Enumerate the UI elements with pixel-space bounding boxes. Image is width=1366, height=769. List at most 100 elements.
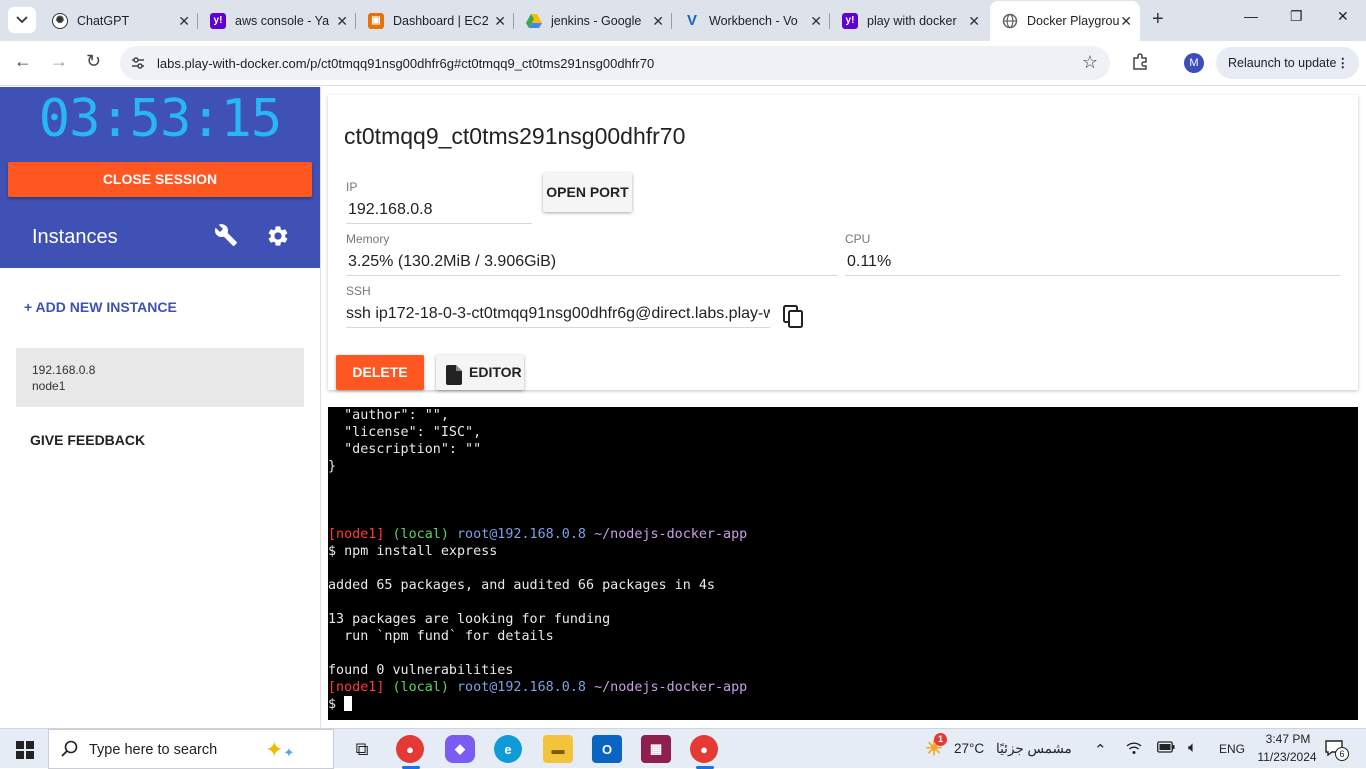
add-new-instance-button[interactable]: + ADD NEW INSTANCE	[24, 299, 177, 315]
restore-button[interactable]: ❐	[1290, 8, 1303, 25]
relaunch-label: Relaunch to update	[1228, 56, 1337, 70]
wifi-icon[interactable]	[1126, 741, 1142, 758]
notification-icon[interactable]: 6	[1324, 738, 1349, 761]
tab-aws-console[interactable]: y! aws console - Ya ✕	[198, 5, 356, 36]
window-close-button[interactable]: ✕	[1337, 8, 1349, 25]
tab-jenkins-google[interactable]: jenkins - Google ✕	[514, 5, 672, 36]
vocareum-icon: V	[686, 12, 697, 29]
site-info-icon[interactable]	[130, 55, 146, 76]
terminal-line: found 0 vulnerabilities	[328, 663, 514, 678]
google-drive-icon	[526, 13, 542, 29]
bookmark-star-icon[interactable]: ☆	[1082, 52, 1098, 73]
chevron-up-icon[interactable]: ⌃	[1094, 741, 1107, 759]
chevron-down-icon	[16, 16, 28, 24]
language-indicator[interactable]: ENG	[1219, 742, 1245, 756]
winrar-taskbar-icon[interactable]: ▦	[641, 735, 671, 763]
terminal-line: 13 packages are looking for funding	[328, 612, 611, 627]
battery-icon[interactable]	[1157, 741, 1175, 756]
close-icon[interactable]: ✕	[968, 13, 980, 30]
tab-ec2-dashboard[interactable]: ▣ Dashboard | EC2 ✕	[356, 5, 514, 36]
url-text: labs.play-with-docker.com/p/ct0tmqq91nsg…	[157, 56, 655, 71]
give-feedback-button[interactable]: GIVE FEEDBACK	[30, 432, 145, 448]
weather-description[interactable]: مشمس جزئيًا	[996, 741, 1072, 757]
instance-list-item[interactable]: 192.168.0.8 node1	[16, 348, 304, 407]
relaunch-button[interactable]: Relaunch to update ⋮	[1216, 47, 1359, 79]
tab-title: aws console - Ya	[235, 13, 330, 28]
terminal-prompt-line: [node1] (local) root@192.168.0.8 ~/nodej…	[328, 679, 747, 696]
terminal[interactable]: "author": "", "license": "ISC", "descrip…	[328, 407, 1358, 720]
address-bar[interactable]: labs.play-with-docker.com/p/ct0tmqq91nsg…	[120, 46, 1110, 80]
tab-chatgpt[interactable]: ✺ ChatGPT ✕	[40, 5, 198, 36]
copilot-sparkle-icon: ✦✦	[265, 737, 295, 762]
close-session-button[interactable]: CLOSE SESSION	[8, 162, 312, 197]
ssh-label: SSH	[346, 284, 371, 298]
tab-play-with-docker[interactable]: y! play with docker ✕	[830, 5, 988, 36]
instances-title: Instances	[32, 226, 118, 248]
ip-value[interactable]: 192.168.0.8	[348, 201, 433, 219]
terminal-line: "description": ""	[328, 442, 482, 457]
close-icon[interactable]: ✕	[1120, 13, 1132, 30]
close-icon[interactable]: ✕	[494, 13, 506, 30]
terminal-line: added 65 packages, and audited 66 packag…	[328, 578, 715, 593]
aws-icon: ▣	[368, 12, 384, 29]
more-vert-icon[interactable]: ⋮	[1337, 47, 1350, 79]
taskbar-search-box[interactable]: Type here to search ✦✦	[48, 729, 334, 769]
new-tab-button[interactable]: +	[1152, 8, 1164, 31]
chrome-taskbar-icon[interactable]: ●	[396, 735, 424, 769]
editor-label: EDITOR	[469, 364, 522, 380]
clock-date[interactable]: 11/23/2024	[1251, 750, 1323, 764]
copilot-taskbar-icon[interactable]: ◆	[445, 735, 475, 763]
close-icon[interactable]: ✕	[652, 13, 664, 30]
chrome-profile-taskbar-icon[interactable]: ●	[690, 735, 718, 769]
delete-instance-button[interactable]: DELETE	[336, 355, 424, 390]
instance-hostname: ct0tmqq9_ct0tms291nsg00dhfr70	[344, 123, 686, 149]
tab-workbench[interactable]: V Workbench - Vo ✕	[672, 5, 830, 36]
wrench-icon[interactable]	[214, 223, 238, 252]
speaker-icon[interactable]: 🔈︎	[1188, 739, 1197, 756]
terminal-prompt-line: [node1] (local) root@192.168.0.8 ~/nodej…	[328, 526, 747, 543]
terminal-input-line[interactable]: $	[328, 696, 353, 713]
close-icon[interactable]: ✕	[810, 13, 822, 30]
edge-taskbar-icon[interactable]: e	[494, 735, 522, 763]
outlook-taskbar-icon[interactable]: O	[592, 735, 622, 763]
cpu-label: CPU	[845, 232, 871, 246]
extensions-puzzle-icon[interactable]	[1131, 53, 1149, 76]
file-explorer-icon[interactable]: ▬	[543, 735, 573, 763]
memory-value: 3.25% (130.2MiB / 3.906GiB)	[348, 253, 557, 270]
reload-button[interactable]: ↻	[86, 51, 101, 72]
tab-docker-playground[interactable]: Docker Playgrou ✕	[990, 1, 1140, 41]
gear-icon[interactable]	[266, 224, 290, 253]
task-view-icon[interactable]: ⧉	[347, 735, 377, 763]
prompt-node: [node1]	[328, 680, 385, 695]
weather-temperature[interactable]: 27°C	[954, 741, 984, 756]
memory-label: Memory	[346, 232, 390, 246]
prompt-local: (local)	[392, 527, 449, 542]
terminal-line: run `npm fund` for details	[328, 629, 554, 644]
windows-taskbar: Type here to search ✦✦ ⧉ ● ◆ e ▬ O ▦ ● ☀…	[0, 728, 1366, 769]
copy-icon[interactable]	[783, 305, 805, 334]
session-timer: 03:53:15	[38, 89, 282, 149]
clock-time[interactable]: 3:47 PM	[1258, 732, 1318, 746]
search-icon	[61, 740, 79, 763]
sidebar-header: 03:53:15 CLOSE SESSION Instances	[0, 87, 320, 268]
back-button[interactable]: ←	[14, 51, 32, 72]
ip-label: IP	[346, 180, 358, 194]
ssh-command-field[interactable]: ssh ip172-18-0-3-ct0tmqq91nsg00dhfr6g@di…	[346, 305, 770, 323]
profile-avatar[interactable]: M	[1184, 53, 1204, 73]
tab-search-button[interactable]	[8, 7, 36, 33]
close-icon[interactable]: ✕	[178, 13, 190, 30]
editor-button[interactable]: EDITOR	[436, 355, 524, 390]
terminal-line: }	[328, 459, 337, 474]
minimize-button[interactable]: —	[1244, 8, 1258, 24]
cpu-underline	[845, 275, 1340, 276]
chatgpt-icon: ✺	[52, 12, 68, 29]
notification-count: 6	[1335, 747, 1349, 761]
yahoo-icon: y!	[842, 12, 858, 29]
weather-icon[interactable]: ☀ 1	[920, 733, 948, 762]
prompt-local: (local)	[392, 680, 449, 695]
open-port-button[interactable]: OPEN PORT	[543, 173, 632, 212]
windows-start-icon[interactable]	[16, 741, 34, 764]
yahoo-icon: y!	[210, 12, 226, 29]
forward-button[interactable]: →	[50, 51, 68, 72]
close-icon[interactable]: ✕	[336, 13, 348, 30]
